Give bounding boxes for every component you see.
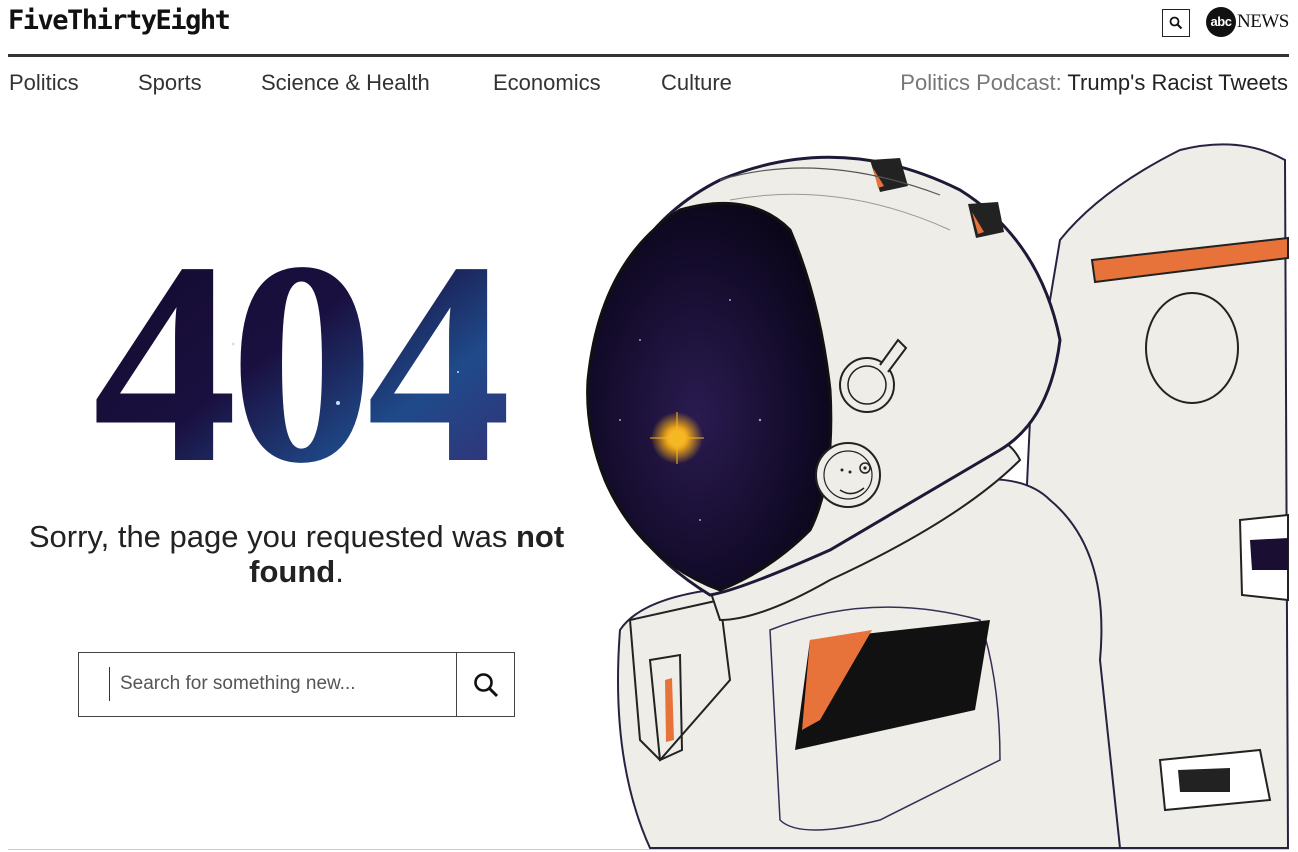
message-suffix: . bbox=[335, 554, 344, 589]
abc-logo-word: NEWS bbox=[1237, 11, 1289, 32]
search-icon bbox=[474, 672, 499, 697]
search-form bbox=[78, 652, 515, 717]
nav-item-politics[interactable]: Politics bbox=[9, 70, 79, 96]
star-decoration bbox=[231, 342, 235, 346]
abc-news-logo[interactable]: abc NEWS bbox=[1206, 7, 1289, 37]
abc-logo-disc: abc bbox=[1206, 7, 1236, 37]
podcast-title: Trump's Racist Tweets bbox=[1067, 70, 1288, 95]
nav-item-sports[interactable]: Sports bbox=[138, 70, 202, 96]
error-code-404: 404 bbox=[93, 222, 515, 482]
nav-item-culture[interactable]: Culture bbox=[661, 70, 732, 96]
search-input[interactable] bbox=[109, 667, 450, 701]
star-decoration bbox=[336, 401, 340, 405]
bottom-divider bbox=[8, 849, 1289, 850]
star-decoration bbox=[457, 371, 459, 373]
search-submit-button[interactable] bbox=[456, 653, 515, 716]
message-prefix: Sorry, the page you requested was bbox=[28, 519, 516, 554]
nav-item-economics[interactable]: Economics bbox=[493, 70, 601, 96]
podcast-promo-link[interactable]: Politics Podcast: Trump's Racist Tweets bbox=[900, 70, 1288, 96]
search-icon bbox=[1169, 16, 1183, 30]
astronaut-illustration bbox=[586, 143, 1290, 849]
nav-item-science-health[interactable]: Science & Health bbox=[261, 70, 430, 96]
not-found-message: Sorry, the page you requested was not fo… bbox=[0, 519, 593, 589]
podcast-label: Politics Podcast: bbox=[900, 70, 1062, 95]
site-header: FiveThirtyEight abc NEWS bbox=[8, 0, 1289, 57]
header-search-button[interactable] bbox=[1162, 9, 1190, 37]
error-code-text: 404 bbox=[93, 222, 507, 482]
site-logo[interactable]: FiveThirtyEight bbox=[8, 5, 231, 36]
